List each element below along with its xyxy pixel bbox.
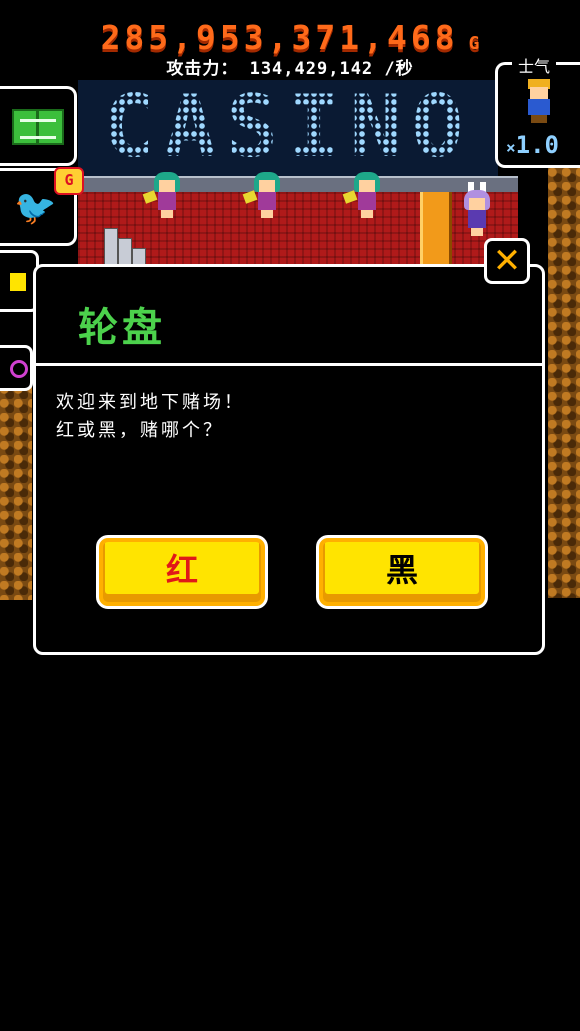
- attack-label: 攻击力：: [166, 59, 239, 79]
- dancer-sprite: [142, 172, 184, 218]
- side-button-partial[interactable]: [0, 345, 33, 391]
- twitter-button[interactable]: 🐦 G: [0, 167, 84, 246]
- morale-multiplier: ×1.0: [506, 131, 559, 159]
- morale-panel[interactable]: 士气 ×1.0: [495, 53, 580, 168]
- morale-label: 士气: [512, 53, 557, 77]
- attack-unit: /秒: [384, 59, 414, 79]
- book-icon: [12, 109, 64, 145]
- dialog-title: 轮盘: [78, 305, 166, 351]
- bet-red-button[interactable]: 红: [96, 535, 268, 609]
- dialog-divider: [36, 363, 542, 366]
- dancer-sprite: [242, 172, 284, 218]
- roulette-dialog: 轮盘 欢迎来到地下赌场！ 红或黑，赌哪个？ 红 黑: [33, 264, 545, 655]
- gold-counter: 285,953,371,468 G: [0, 18, 580, 57]
- dancer-sprite: [342, 172, 384, 218]
- hero-sprite: [522, 79, 556, 123]
- close-button[interactable]: ✕: [484, 238, 530, 284]
- message-line: 红或黑，赌哪个？: [56, 420, 224, 441]
- rock-wall-left: [0, 385, 32, 600]
- attack-rate: 攻击力： 134,429,142 /秒: [0, 54, 580, 79]
- gold-amount: 285,953,371,468: [100, 18, 459, 57]
- casino-sign-text: CASINO: [78, 82, 498, 172]
- reward-badge: G: [54, 167, 84, 195]
- casino-sign: CASINO: [78, 80, 498, 179]
- close-icon: ✕: [492, 241, 522, 281]
- bet-black-button[interactable]: 黑: [316, 535, 488, 609]
- ring-icon: [10, 360, 28, 378]
- book-button[interactable]: [0, 86, 77, 166]
- bunny-dealer-sprite: [460, 182, 494, 236]
- yellow-item-icon: [10, 273, 26, 291]
- dialog-message: 欢迎来到地下赌场！ 红或黑，赌哪个？: [56, 389, 245, 445]
- gold-unit: G: [468, 33, 480, 54]
- rock-wall-right: [548, 168, 580, 598]
- stairs: [104, 226, 148, 266]
- message-line: 欢迎来到地下赌场！: [56, 392, 245, 413]
- attack-value: 134,429,142: [249, 59, 374, 79]
- twitter-bird-icon: 🐦: [14, 188, 57, 228]
